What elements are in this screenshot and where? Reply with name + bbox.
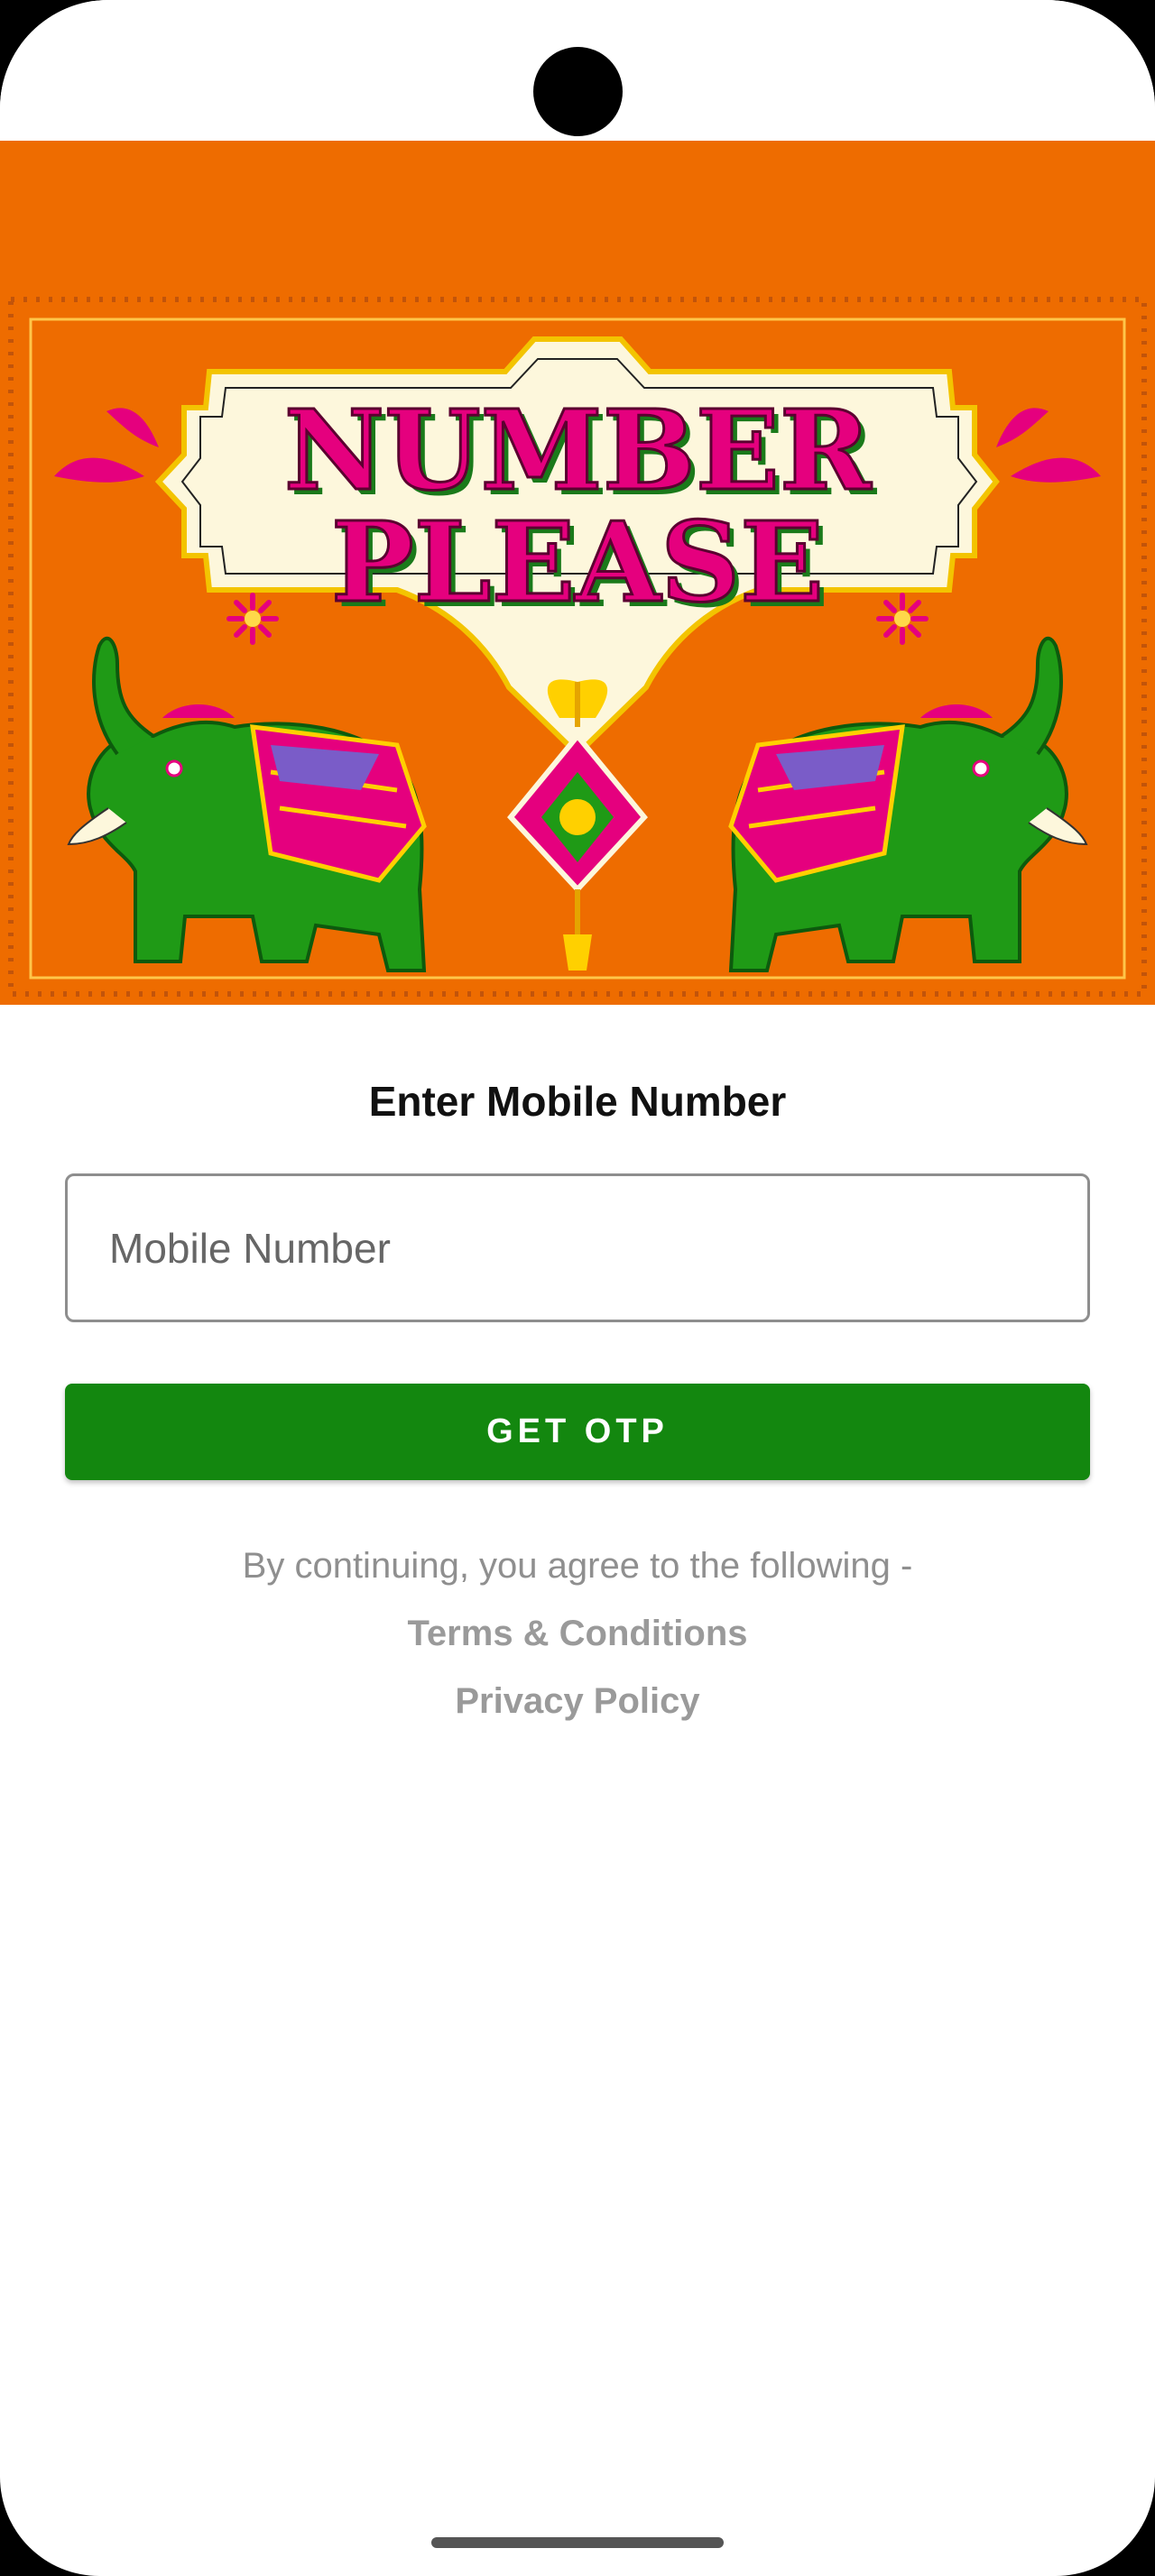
home-indicator[interactable] xyxy=(431,2537,724,2548)
terms-link[interactable]: Terms & Conditions xyxy=(0,1614,1155,1654)
banner-title-line2: PLEASE xyxy=(331,497,824,627)
tassel-ornament-icon xyxy=(507,679,648,971)
get-otp-button[interactable]: GET OTP xyxy=(65,1384,1090,1480)
status-bar xyxy=(0,0,1155,141)
flower-icon xyxy=(876,593,929,645)
banner-illustration: NUMBER NUMBER PLEASE PLEASE xyxy=(8,297,1147,997)
privacy-policy-link[interactable]: Privacy Policy xyxy=(0,1681,1155,1722)
elephant-left-icon xyxy=(67,636,427,972)
agreement-text: By continuing, you agree to the followin… xyxy=(242,1546,913,1586)
phone-screen: NUMBER NUMBER PLEASE PLEASE Enter Mobile… xyxy=(0,0,1155,2576)
page-title: Enter Mobile Number xyxy=(368,1078,787,1125)
flower-icon xyxy=(226,593,279,645)
hero-banner: NUMBER NUMBER PLEASE PLEASE xyxy=(0,141,1155,1005)
banner-title-line1: NUMBER xyxy=(284,385,873,515)
leaf-right-icon xyxy=(996,408,1101,483)
front-camera xyxy=(533,47,623,136)
mobile-number-input[interactable] xyxy=(65,1173,1090,1322)
elephant-right-icon xyxy=(728,636,1088,972)
leaf-left-icon xyxy=(54,408,159,483)
